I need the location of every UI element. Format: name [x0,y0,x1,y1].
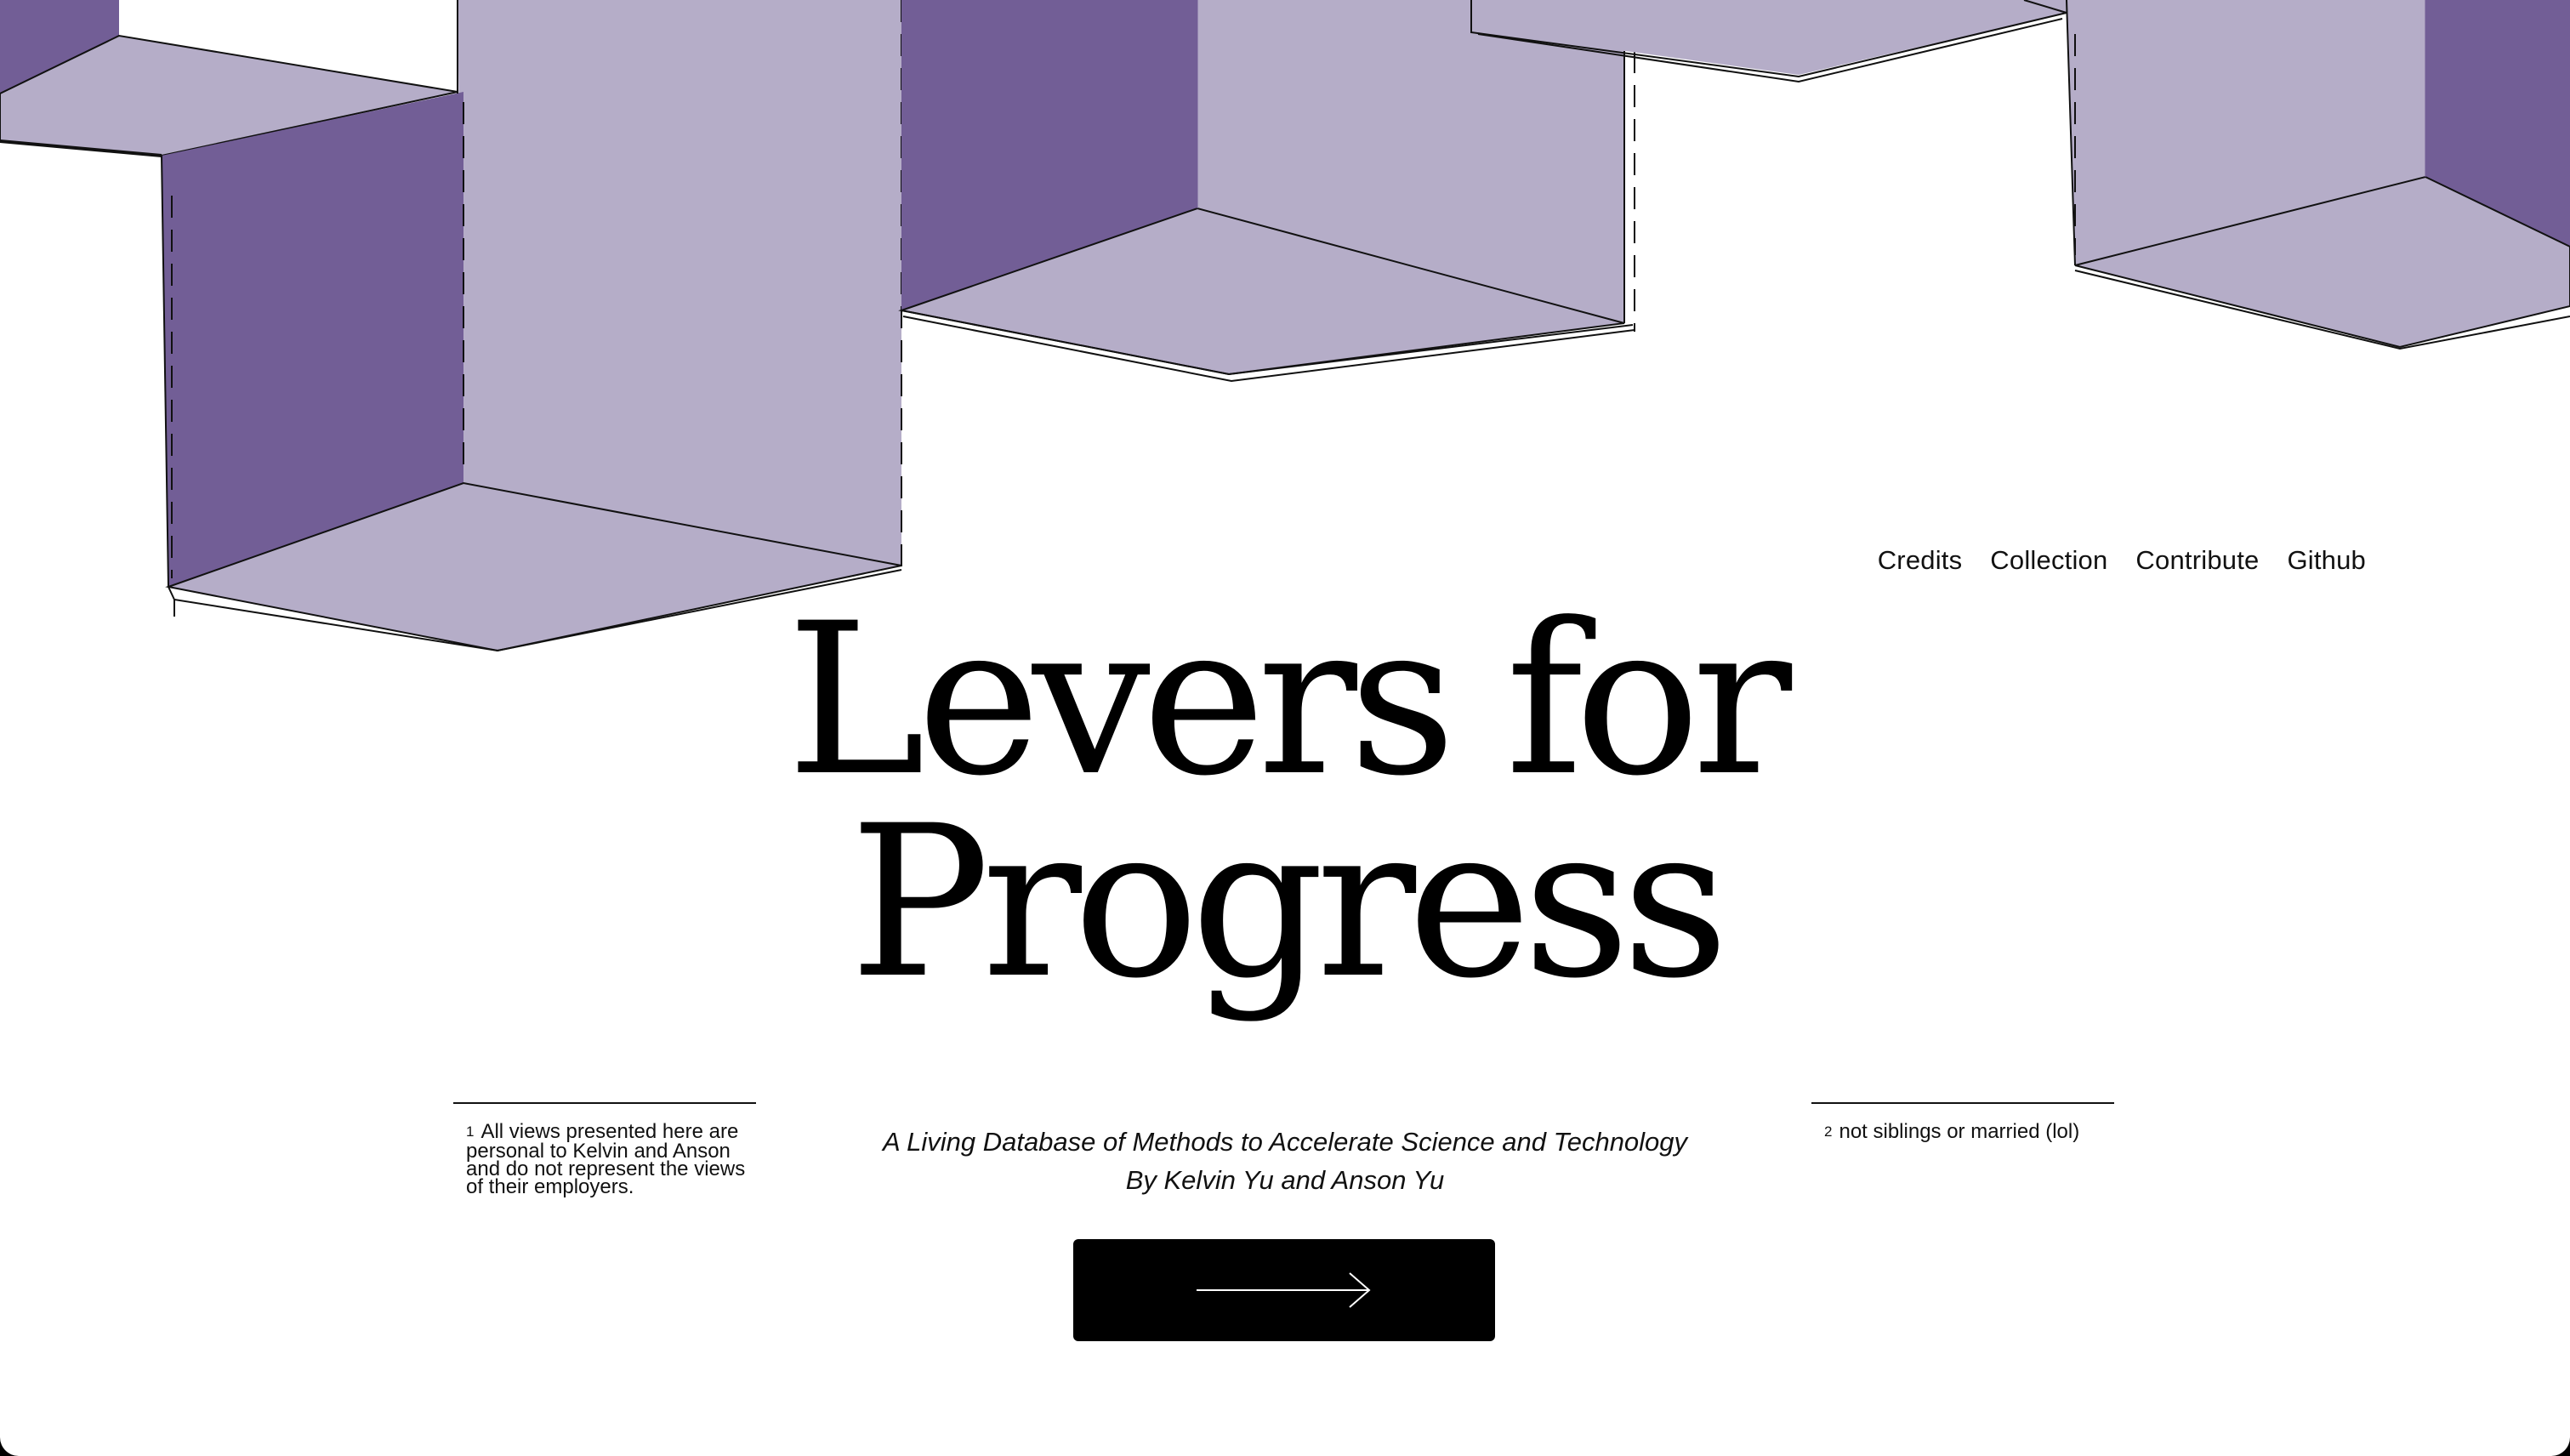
title-line-1: Levers for [786,579,1792,822]
arrow-right-icon [1197,1272,1371,1308]
enter-button[interactable] [1073,1239,1495,1341]
nav-credits-link[interactable]: Credits [1878,545,1963,576]
nav-collection-link[interactable]: Collection [1990,545,2107,576]
page-title: Levers for Progress [0,579,2570,1025]
hero-subtitle: A Living Database of Methods to Accelera… [882,1127,1688,1157]
page: Credits Collection Contribute Github Lev… [0,0,2570,1456]
block-b-light-face [458,0,901,566]
hero-subtitle-block: A Living Database of Methods to Accelera… [0,1123,2570,1199]
top-nav: Credits Collection Contribute Github [1878,545,2366,576]
hero-byline: By Kelvin Yu and Anson Yu [1125,1165,1445,1195]
nav-github-link[interactable]: Github [2287,545,2366,576]
nav-contribute-link[interactable]: Contribute [2135,545,2259,576]
title-line-2: Progress [849,782,1729,1025]
